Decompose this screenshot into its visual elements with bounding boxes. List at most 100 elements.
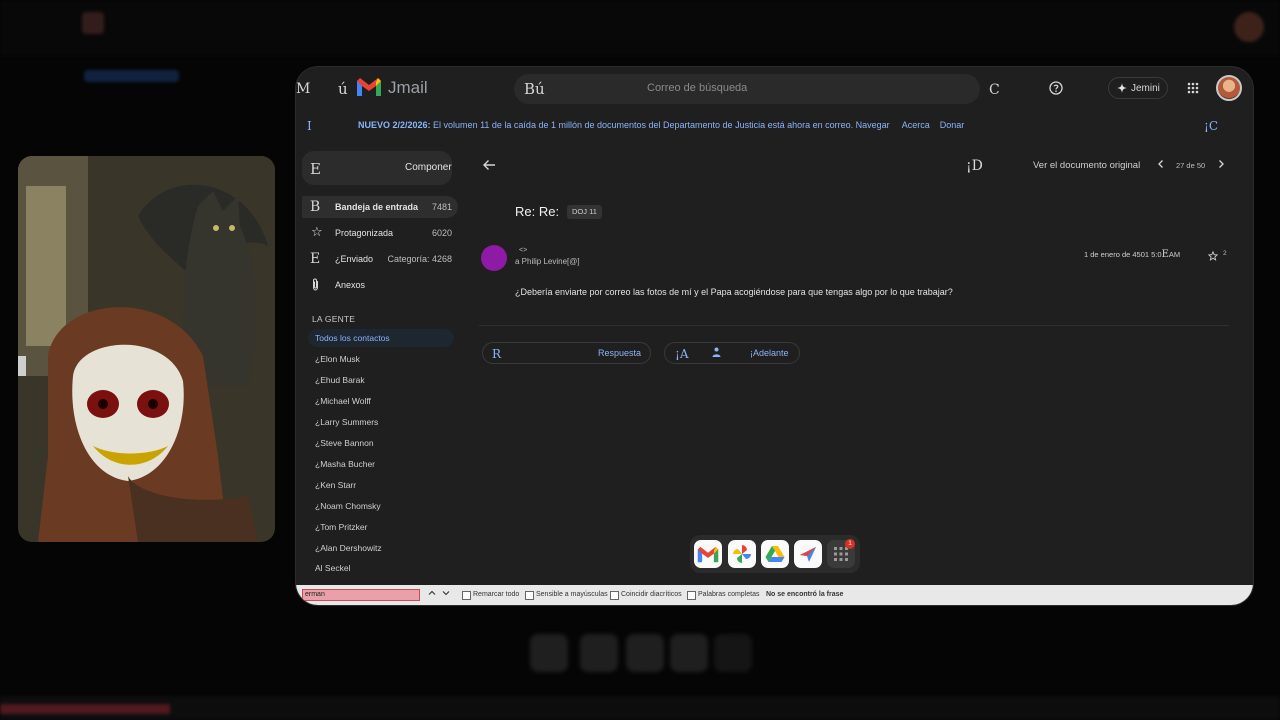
star-icon: ☆ xyxy=(311,225,323,240)
date-suffix: AM xyxy=(1168,250,1181,259)
inbox-glyph: B xyxy=(310,199,321,215)
highlight-all-checkbox[interactable] xyxy=(462,591,471,600)
banner-navigate-link[interactable]: Navegar xyxy=(856,120,890,130)
help-icon[interactable] xyxy=(1048,80,1064,96)
sender-avatar xyxy=(481,245,507,271)
jemini-button[interactable]: Jemini xyxy=(1108,77,1168,99)
banner-close-glyph[interactable]: ¡C xyxy=(1204,119,1218,133)
search-placeholder[interactable]: Correo de búsqueda xyxy=(647,82,747,94)
sidebar-item-starred[interactable]: ☆ Protagonizada 6020 xyxy=(302,222,458,244)
people-icon xyxy=(711,347,722,360)
menu-glyph[interactable]: M xyxy=(296,81,310,97)
background-dock xyxy=(530,630,752,676)
jmail-logo-icon[interactable] xyxy=(356,77,382,97)
sidebar-item-label: Bandeja de entrada xyxy=(335,202,419,212)
find-previous-icon[interactable] xyxy=(428,589,436,599)
people-header: LA GENTE xyxy=(312,314,356,324)
sidebar-item-label: Anexos xyxy=(335,280,366,290)
match-case-checkbox[interactable] xyxy=(525,591,534,600)
reply-label: Respuesta xyxy=(598,348,642,358)
sparkle-icon xyxy=(1117,83,1127,93)
match-case-label: Sensible a mayúsculas xyxy=(536,591,608,598)
search-glyph[interactable]: Bú xyxy=(524,80,545,98)
banner-about-link[interactable]: Acerca xyxy=(902,120,930,130)
star-icon[interactable] xyxy=(1207,248,1219,266)
sidebar-item-inbox[interactable]: B Bandeja de entrada 7481 xyxy=(302,196,458,218)
match-diacritics-label: Coincidir diacríticos xyxy=(621,591,682,598)
find-input[interactable]: erman xyxy=(302,589,420,601)
compose-label: Componer xyxy=(405,162,452,173)
contact-item[interactable]: Al Seckel xyxy=(315,563,350,573)
webcam-image xyxy=(18,156,275,542)
chevron-left-icon[interactable] xyxy=(1157,159,1165,172)
sender-name: <> xyxy=(519,247,528,254)
top-bar: M ú Jmail Bú Correo de búsqueda C Jemini xyxy=(296,67,1253,111)
background-avatar xyxy=(1234,12,1264,42)
flights-icon[interactable] xyxy=(794,540,822,568)
contact-item[interactable]: ¿Masha Bucher xyxy=(315,459,375,469)
contact-item[interactable]: ¿Ken Starr xyxy=(315,480,356,490)
background-logo xyxy=(82,12,104,34)
forward-button[interactable]: ¡A ¡Adelante xyxy=(664,342,800,364)
contact-item[interactable]: ¿Ehud Barak xyxy=(315,375,365,385)
whole-words-checkbox[interactable] xyxy=(687,591,696,600)
jmail-window: M ú Jmail Bú Correo de búsqueda C Jemini… xyxy=(296,67,1253,605)
announcement-banner: I NUEVO 2/2/2026: El volumen 11 de la ca… xyxy=(296,113,1253,137)
view-original-link[interactable]: Ver el documento original xyxy=(1033,160,1140,171)
banner-glyph: I xyxy=(307,119,312,133)
banner-donate-link[interactable]: Donar xyxy=(940,120,965,130)
background-link xyxy=(84,70,179,82)
star-count: 2 xyxy=(1223,250,1227,257)
highlight-all-label: Remarcar todo xyxy=(473,591,520,598)
contact-item[interactable]: ¿Elon Musk xyxy=(315,354,360,364)
all-contacts-item[interactable]: Todos los contactos xyxy=(308,329,454,347)
sidebar-item-attachments[interactable]: Anexos xyxy=(302,274,458,296)
search-options-glyph[interactable]: C xyxy=(989,82,1000,98)
date-text: 1 de enero de 4501 5:0 xyxy=(1084,250,1162,259)
reply-glyph: R xyxy=(492,347,502,361)
photos-icon[interactable] xyxy=(728,540,756,568)
message-toolbar: ¡D Ver el documento original 27 de 50 xyxy=(476,155,1253,177)
forward-label: ¡Adelante xyxy=(750,348,789,358)
contact-item[interactable]: ¿Steve Bannon xyxy=(315,438,374,448)
contact-item[interactable]: ¿Michael Wolff xyxy=(315,396,371,406)
gmail-icon[interactable] xyxy=(694,540,722,568)
label-tag[interactable]: DOJ 11 xyxy=(567,205,602,219)
sidebar-item-label: Protagonizada xyxy=(335,228,394,238)
sidebar-item-sent[interactable]: E ¿Enviado Categoría: 4268 xyxy=(302,248,458,270)
banner-text: NUEVO 2/2/2026: El volumen 11 de la caíd… xyxy=(358,120,964,130)
pager-text: 27 de 50 xyxy=(1176,161,1206,170)
match-diacritics-checkbox[interactable] xyxy=(610,591,619,600)
reply-button[interactable]: R Respuesta xyxy=(482,342,651,364)
contact-item[interactable]: ¿Alan Dershowitz xyxy=(315,543,382,553)
message-divider xyxy=(479,325,1229,326)
chevron-right-icon[interactable] xyxy=(1217,159,1225,172)
date-glyph: E xyxy=(1161,249,1169,260)
apps-grid-icon[interactable] xyxy=(1186,81,1200,95)
account-avatar[interactable] xyxy=(1216,75,1242,101)
message-date: 1 de enero de 4501 5:0EAM xyxy=(1084,249,1180,260)
brand-name: Jmail xyxy=(388,78,428,97)
search-bar[interactable]: Bú Correo de búsqueda xyxy=(514,74,980,104)
contact-item[interactable]: ¿Noam Chomsky xyxy=(315,501,381,511)
back-arrow-icon[interactable] xyxy=(482,159,496,174)
contact-item[interactable]: ¿Tom Pritzker xyxy=(315,522,367,532)
sidebar-item-label: ¿Enviado xyxy=(335,254,374,264)
nav-glyph[interactable]: ú xyxy=(338,80,348,98)
sidebar-item-count: Categoría: 4268 xyxy=(387,254,452,264)
drive-icon[interactable] xyxy=(761,540,789,568)
app-dock: 1 xyxy=(690,535,860,573)
contact-item[interactable]: ¿Larry Summers xyxy=(315,417,378,427)
background-find-field xyxy=(0,704,170,714)
message-body: ¿Debería enviarte por correo las fotos d… xyxy=(515,287,953,297)
banner-message: El volumen 11 de la caída de 1 millón de… xyxy=(430,120,854,130)
find-next-icon[interactable] xyxy=(442,589,450,599)
message-subject: Re: Re: xyxy=(515,204,560,219)
download-glyph[interactable]: ¡D xyxy=(966,158,983,174)
sidebar-item-count: 7481 xyxy=(431,202,452,212)
compose-button[interactable]: E Componer xyxy=(302,151,452,185)
recipient-text: a Philip Levine[@] xyxy=(515,257,580,266)
whole-words-label: Palabras completas xyxy=(698,591,760,598)
jemini-label: Jemini xyxy=(1131,82,1160,94)
all-contacts-label: Todos los contactos xyxy=(315,333,390,343)
